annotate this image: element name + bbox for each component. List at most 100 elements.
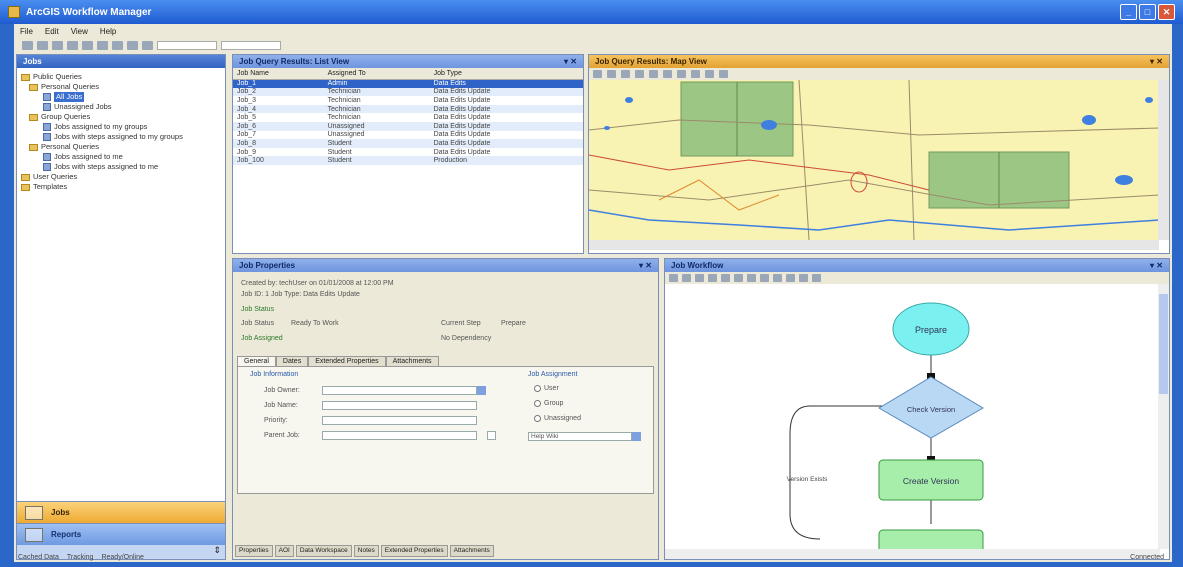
new-job-icon[interactable] — [22, 40, 33, 50]
table-row[interactable]: Job_100 Student Production — [233, 156, 583, 165]
settings-icon[interactable] — [127, 40, 138, 50]
panel-close-icon[interactable]: ▾ ✕ — [564, 57, 577, 66]
pan-icon[interactable] — [621, 70, 630, 78]
menu-file[interactable]: File — [20, 27, 33, 36]
table-row[interactable]: Job_6 Unassigned Data Edits Update — [233, 121, 583, 131]
identify-icon[interactable] — [649, 70, 658, 78]
map-horizontal-scrollbar[interactable] — [589, 240, 1159, 250]
search-icon[interactable] — [82, 40, 93, 50]
table-row[interactable]: Job_7 Unassigned Data Edits Update — [233, 131, 583, 140]
mark-complete-icon[interactable] — [747, 274, 756, 282]
priority-field[interactable] — [322, 416, 477, 425]
tree-item[interactable]: Jobs assigned to my groups — [21, 122, 221, 132]
forward-icon[interactable] — [812, 274, 821, 282]
parent-job-browse-button[interactable] — [487, 431, 496, 440]
radio-user[interactable] — [534, 385, 541, 392]
back-icon[interactable] — [677, 70, 686, 78]
chevron-down-icon[interactable] — [632, 432, 641, 441]
zoom-in-icon[interactable] — [593, 70, 602, 78]
workflow-vertical-scrollbar[interactable] — [1158, 284, 1169, 549]
menu-help[interactable]: Help — [100, 27, 116, 36]
panel-close-icon[interactable]: ▾ ✕ — [1150, 57, 1163, 66]
zoom-out-icon[interactable] — [682, 274, 691, 282]
table-row[interactable]: Job_2 Technician Data Edits Update — [233, 87, 583, 97]
minimize-button[interactable]: _ — [1120, 4, 1137, 20]
table-row[interactable]: Job_4 Technician Data Edits Update — [233, 104, 583, 114]
tab-general[interactable]: General — [237, 356, 276, 366]
back-icon[interactable] — [799, 274, 808, 282]
parent-job-field[interactable] — [322, 431, 477, 440]
radio-unassigned[interactable] — [534, 415, 541, 422]
table-cell: Student — [323, 156, 430, 165]
workflow-title: Job Workflow — [671, 261, 724, 270]
full-extent-icon[interactable] — [635, 70, 644, 78]
globe-icon[interactable] — [663, 70, 672, 78]
job-name-field[interactable] — [322, 401, 477, 410]
select-icon[interactable] — [705, 70, 714, 78]
column-header[interactable]: Job Name — [233, 68, 324, 80]
tab-extended-properties[interactable]: Extended Properties — [308, 356, 386, 366]
toolbar-combo[interactable] — [157, 40, 217, 50]
nav-jobs-button[interactable]: Jobs — [17, 501, 225, 523]
menu-view[interactable]: View — [71, 27, 88, 36]
layout-icon[interactable] — [786, 274, 795, 282]
tree-item[interactable]: Public Queries — [21, 72, 221, 82]
tree-item[interactable]: Jobs with steps assigned to my groups — [21, 132, 221, 142]
filter-icon[interactable] — [112, 40, 123, 50]
radio-group[interactable] — [534, 400, 541, 407]
open-icon[interactable] — [37, 40, 48, 50]
nav-reports-button[interactable]: Reports — [17, 523, 225, 545]
measure-icon[interactable] — [719, 70, 728, 78]
tab-dates[interactable]: Dates — [275, 356, 309, 366]
column-header[interactable]: Job Type — [429, 68, 583, 80]
tree-item[interactable]: Jobs assigned to me — [21, 152, 221, 162]
tree-item[interactable]: Personal Queries — [21, 142, 221, 152]
workflow-node-next[interactable] — [878, 529, 984, 549]
assignee-select[interactable]: Help Wiki — [528, 432, 632, 441]
map-canvas[interactable] — [589, 80, 1159, 240]
tree-item[interactable]: Group Queries — [21, 112, 221, 122]
menu-edit[interactable]: Edit — [45, 27, 59, 36]
tree-item[interactable]: Jobs with steps assigned to me — [21, 162, 221, 172]
table-row[interactable]: Job_3 Technician Data Edits Update — [233, 96, 583, 105]
zoom-in-icon[interactable] — [669, 274, 678, 282]
tree-item-selected[interactable]: All Jobs — [21, 92, 221, 102]
table-row[interactable]: Job_8 Student Data Edits Update — [233, 139, 583, 148]
map-vertical-scrollbar[interactable] — [1158, 80, 1169, 240]
print-icon[interactable] — [773, 274, 782, 282]
maximize-button[interactable]: □ — [1139, 4, 1156, 20]
scroll-thumb[interactable] — [1159, 294, 1168, 394]
dependency-value: No Dependency — [441, 335, 492, 342]
zoom-out-icon[interactable] — [607, 70, 616, 78]
tree-item[interactable]: Personal Queries — [21, 82, 221, 92]
column-header[interactable]: Assigned To — [323, 68, 430, 80]
table-row[interactable]: Job_5 Technician Data Edits Update — [233, 113, 583, 122]
panel-close-icon[interactable]: ▾ ✕ — [639, 261, 652, 270]
reports-icon — [25, 527, 43, 542]
refresh-icon[interactable] — [67, 40, 78, 50]
select-icon[interactable] — [721, 274, 730, 282]
job-owner-field[interactable] — [322, 386, 477, 395]
main-toolbar — [14, 38, 1172, 52]
map-panel-title: Job Query Results: Map View — [595, 57, 707, 66]
pan-icon[interactable] — [695, 274, 704, 282]
tree-item[interactable]: User Queries — [21, 172, 221, 182]
recreate-icon[interactable] — [760, 274, 769, 282]
tree-item[interactable]: Unassigned Jobs — [21, 102, 221, 112]
help-icon[interactable] — [142, 40, 153, 50]
save-icon[interactable] — [52, 40, 63, 50]
panel-close-icon[interactable]: ▾ ✕ — [1150, 261, 1163, 270]
close-button[interactable]: ✕ — [1158, 4, 1175, 20]
table-row[interactable]: Job_9 Student Data Edits Update — [233, 148, 583, 157]
tab-attachments[interactable]: Attachments — [385, 356, 439, 366]
print-icon[interactable] — [97, 40, 108, 50]
chevron-down-icon[interactable] — [477, 386, 486, 395]
forward-icon[interactable] — [691, 70, 700, 78]
jobs-panel-title: Jobs — [23, 57, 42, 66]
toolbar-combo-2[interactable] — [221, 40, 281, 50]
fit-icon[interactable] — [708, 274, 717, 282]
execute-icon[interactable] — [734, 274, 743, 282]
status-tracking: Tracking — [66, 553, 94, 561]
table-row[interactable]: Job_1 Admin Data Edits — [233, 79, 583, 88]
tree-item[interactable]: Templates — [21, 182, 221, 192]
